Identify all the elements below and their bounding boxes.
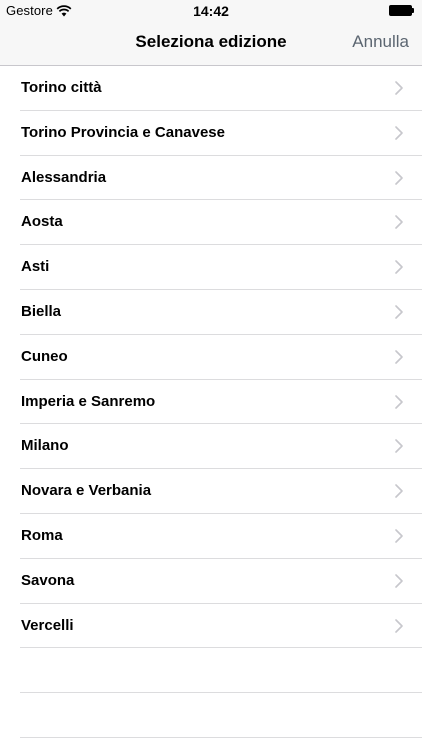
chevron-right-icon [395,260,403,274]
chevron-right-icon [395,305,403,319]
list-item[interactable]: Asti [0,245,422,290]
list-item-label: Novara e Verbania [21,482,152,500]
list-item[interactable]: Imperia e Sanremo [0,380,422,425]
chevron-right-icon [395,170,403,185]
list-item-label: Biella [21,302,62,320]
list-item-label: Imperia e Sanremo [21,392,156,410]
list-item[interactable]: Cuneo [0,335,422,380]
navigation-bar: Gestore 14:42 Seleziona edizione Annulla [0,0,422,66]
cancel-button[interactable]: Annulla [352,32,409,52]
list-item-label: Torino città [21,79,102,96]
list-item[interactable]: Roma [0,514,422,559]
status-bar: Gestore 14:42 [0,0,422,22]
chevron-right-icon [395,529,403,543]
chevron-right-icon [395,573,403,588]
status-time: 14:42 [193,3,229,19]
chevron-right-icon [395,81,403,95]
list-item[interactable]: Torino Provincia e Canavese [0,111,422,156]
list-item[interactable]: Savona [0,559,422,604]
list-item-label: Vercelli [21,616,74,634]
list-item-label: Cuneo [21,347,68,365]
chevron-right-icon [395,394,403,409]
list-item-label: Savona [21,571,75,589]
battery-icon [389,5,414,16]
chevron-right-icon [395,439,403,454]
list-item[interactable]: Aosta [0,200,422,245]
list-item-label: Alessandria [21,168,107,186]
chevron-right-icon [395,618,403,633]
list-item[interactable]: Alessandria [0,156,422,201]
empty-row [0,693,422,738]
list-item-label: Roma [21,526,63,544]
chevron-right-icon [395,484,403,498]
list-item-label: Asti [21,258,50,276]
chevron-right-icon [395,349,403,364]
list-item[interactable]: Milano [0,424,422,469]
empty-row [0,648,422,693]
list-item-label: Torino Provincia e Canavese [21,123,225,141]
list-item[interactable]: Novara e Verbania [0,469,422,514]
list-item[interactable]: Biella [0,290,422,335]
list-item-label: Aosta [21,213,63,231]
list-item[interactable]: Vercelli [0,604,422,649]
list-item-label: Milano [21,437,69,455]
edition-list: Torino città Torino Provincia e Canavese A… [0,66,422,738]
list-item[interactable]: Torino città [0,66,422,111]
chevron-right-icon [395,215,403,230]
chevron-right-icon [395,125,403,140]
